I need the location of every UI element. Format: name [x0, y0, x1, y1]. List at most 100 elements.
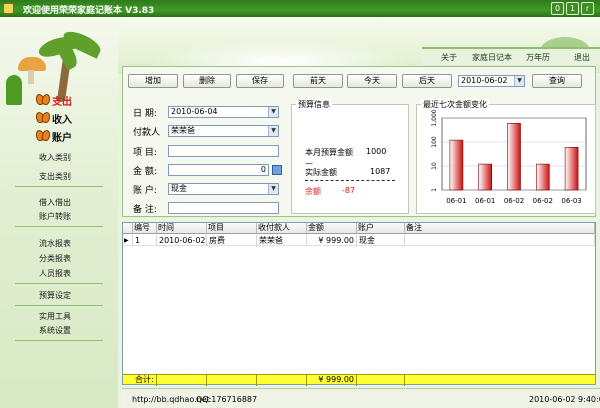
butterfly-icon	[36, 94, 48, 104]
status-bar: http://bb.qdhao.net QQ:176716887 2010-06…	[122, 388, 600, 408]
add-button[interactable]: 增加	[128, 74, 178, 88]
date-field[interactable]: 2010-06-04 ▼	[168, 106, 279, 118]
restore-button[interactable]: 1	[566, 2, 579, 15]
amount-input[interactable]: 0	[168, 164, 269, 176]
total-spacer	[257, 375, 307, 386]
col-id[interactable]: 编号	[133, 223, 157, 234]
bar	[536, 163, 550, 191]
col-item[interactable]: 项目	[207, 223, 257, 234]
col-time[interactable]: 时间	[157, 223, 207, 234]
nav-divider	[15, 226, 103, 227]
budget-group: 预算信息 本月预算金额 1000 — 实际金额 1087 余额 -87	[291, 99, 409, 214]
amount-trend-chart: 1 10 100 1,000 06-01 06-01 06-02 06-02 06-03	[431, 109, 587, 205]
y-tick-label: 100	[431, 136, 438, 148]
minimize-button[interactable]: 0	[551, 2, 564, 15]
payer-select[interactable]: 荣荣爸 ▼	[168, 125, 279, 137]
nav-expense-category[interactable]: 支出类别	[39, 171, 71, 182]
table-row[interactable]: ▶ 1 2010-06-02 房费 荣荣爸 ¥ 999.00 现金	[123, 235, 595, 246]
col-account[interactable]: 账户	[357, 223, 405, 234]
nav-tools[interactable]: 实用工具	[39, 311, 71, 322]
total-row: 合计: ¥ 999.00	[123, 374, 595, 386]
mushroom-decoration	[18, 57, 46, 71]
nav-divider	[15, 340, 103, 341]
x-tick-label: 06-02	[533, 197, 553, 205]
app-icon	[3, 3, 14, 14]
current-datetime: 2010-06-02 9:40:01	[529, 395, 600, 404]
col-payer[interactable]: 收付款人	[257, 223, 307, 234]
row-indicator-header	[123, 223, 133, 234]
query-button[interactable]: 查询	[532, 74, 582, 88]
nav-divider	[15, 283, 103, 284]
save-button[interactable]: 保存	[236, 74, 284, 88]
calendar-link[interactable]: 万年历	[526, 52, 550, 63]
title-bar: 欢迎使用荣荣家庭记账本 V3.83 0 1 r	[0, 0, 600, 17]
delete-button[interactable]: 删除	[183, 74, 231, 88]
nav-system-settings[interactable]: 系统设置	[39, 325, 71, 336]
butterfly-icon	[36, 112, 48, 122]
cell-item[interactable]: 房费	[207, 235, 257, 246]
query-date-picker[interactable]: 2010-06-02 ▼	[458, 75, 525, 87]
plant-decoration	[6, 75, 22, 105]
balance-value: -87	[342, 186, 356, 195]
actual-amount-value: 1087	[370, 167, 391, 176]
bar	[507, 123, 521, 191]
budget-amount-value: 1000	[366, 147, 387, 156]
today-button[interactable]: 今天	[347, 74, 397, 88]
bar	[478, 163, 493, 191]
x-tick-label: 06-01	[446, 197, 466, 205]
next-day-button[interactable]: 后天	[402, 74, 452, 88]
nav-flow-report[interactable]: 流水报表	[39, 238, 71, 249]
payer-label: 付款人	[133, 128, 161, 138]
y-tick-label: 10	[431, 162, 438, 170]
chevron-down-icon[interactable]: ▼	[514, 76, 524, 86]
nav-person-report[interactable]: 人员报表	[39, 268, 71, 279]
nav-budget-setting[interactable]: 预算设定	[39, 290, 71, 301]
window-title: 欢迎使用荣荣家庭记账本 V3.83	[23, 6, 155, 16]
nav-category-report[interactable]: 分类报表	[39, 253, 71, 264]
nav-account-transfer[interactable]: 账户转账	[39, 211, 71, 222]
cell-id[interactable]: 1	[133, 235, 157, 246]
diary-link[interactable]: 家庭日记本	[472, 52, 512, 63]
cell-payer[interactable]: 荣荣爸	[257, 235, 307, 246]
butterfly-icon	[36, 130, 48, 140]
cell-account[interactable]: 现金	[357, 235, 405, 246]
chevron-down-icon[interactable]: ▼	[268, 107, 278, 117]
note-label: 备 注:	[133, 205, 157, 215]
budget-title: 预算信息	[296, 99, 332, 110]
account-select[interactable]: 现金 ▼	[168, 183, 279, 195]
item-label: 项 目:	[133, 148, 157, 158]
total-spacer	[357, 375, 405, 386]
nav-borrow-lend[interactable]: 借入借出	[39, 197, 71, 208]
about-link[interactable]: 关于	[441, 52, 457, 63]
cell-note[interactable]	[405, 235, 595, 246]
budget-amount-label: 本月预算金额	[305, 148, 353, 157]
col-note[interactable]: 备注	[405, 223, 595, 234]
x-tick-label: 06-03	[561, 197, 581, 205]
nav-income[interactable]: 收入	[52, 111, 72, 126]
row-pointer-icon: ▶	[123, 235, 133, 246]
balance-label: 余额	[305, 187, 321, 196]
amount-label: 金 额:	[133, 167, 157, 177]
account-value: 现金	[171, 184, 187, 193]
nav-account[interactable]: 账户	[52, 129, 72, 144]
chevron-down-icon[interactable]: ▼	[268, 126, 278, 136]
calculator-icon[interactable]	[272, 165, 282, 175]
nav-expense[interactable]: 支出	[52, 93, 72, 108]
prev-day-button[interactable]: 前天	[293, 74, 343, 88]
cell-time[interactable]: 2010-06-02	[157, 235, 207, 246]
chevron-down-icon[interactable]: ▼	[268, 184, 278, 194]
item-input[interactable]	[168, 145, 279, 157]
col-amount[interactable]: 金额	[307, 223, 357, 234]
close-button[interactable]: r	[581, 2, 594, 15]
nav-divider	[15, 186, 103, 187]
cell-amount[interactable]: ¥ 999.00	[307, 235, 357, 246]
total-label: 合计:	[133, 375, 157, 386]
exit-link[interactable]: 退出	[574, 52, 590, 63]
mushroom-stem	[28, 70, 34, 84]
total-value: ¥ 999.00	[307, 375, 357, 386]
account-label: 账 户:	[133, 186, 157, 196]
note-input[interactable]	[168, 202, 279, 214]
total-spacer	[207, 375, 257, 386]
qq-contact: QQ:176716887	[196, 395, 258, 404]
nav-income-category[interactable]: 收入类别	[39, 152, 71, 163]
